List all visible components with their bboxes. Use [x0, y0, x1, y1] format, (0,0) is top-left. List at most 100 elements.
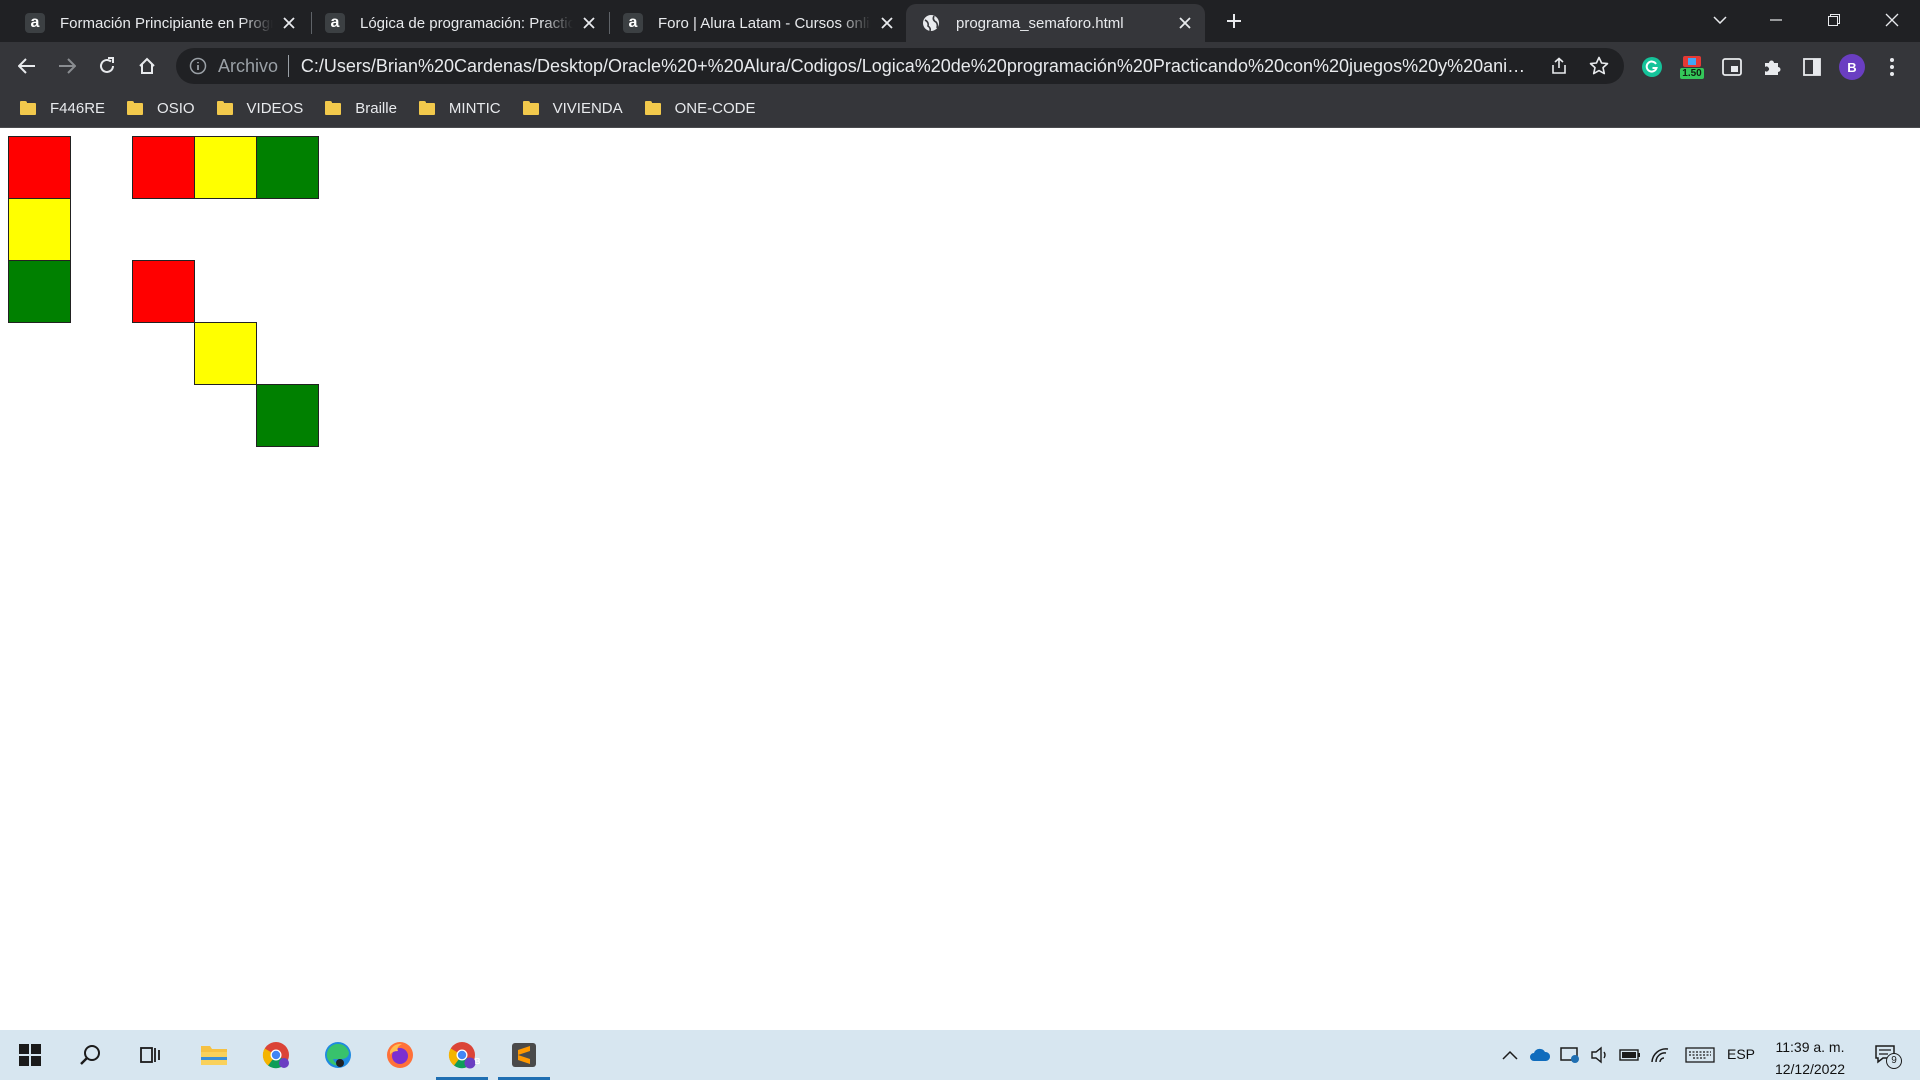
light-cell-red — [132, 260, 195, 323]
close-icon[interactable] — [1175, 13, 1195, 33]
windows-taskbar: B ESP 11:39 a. m. 12/12/2022 9 — [0, 1030, 1920, 1080]
close-icon[interactable] — [579, 13, 599, 33]
folder-icon — [127, 101, 144, 115]
share-icon[interactable] — [1546, 53, 1572, 79]
task-view-icon — [140, 1047, 160, 1063]
edge-icon — [325, 1042, 351, 1068]
tab-title: Foro | Alura Latam - Cursos online de te… — [658, 14, 871, 32]
traffic-light-diagonal — [132, 260, 319, 447]
folder-icon — [216, 101, 233, 115]
menu-kebab-icon[interactable] — [1878, 53, 1906, 81]
sublime-text-icon — [512, 1043, 536, 1067]
reload-button[interactable] — [94, 53, 120, 79]
grammarly-icon[interactable] — [1638, 53, 1666, 81]
bookmark-folder[interactable]: ONE-CODE — [644, 100, 755, 117]
extensions-puzzle-icon[interactable] — [1758, 53, 1786, 81]
tab-title: programa_semaforo.html — [956, 14, 1124, 32]
chrome-icon — [262, 1042, 289, 1069]
bookmark-folder[interactable]: VIVIENDA — [522, 100, 623, 117]
task-view-button[interactable] — [120, 1030, 180, 1080]
close-icon — [1885, 13, 1899, 27]
chrome-profile-initial: B — [474, 1057, 481, 1066]
taskbar-edge[interactable] — [308, 1030, 368, 1080]
url-text[interactable]: C:/Users/Brian%20Cardenas/Desktop/Oracle… — [301, 56, 1530, 77]
clock-date: 12/12/2022 — [1774, 1061, 1846, 1077]
taskbar-chrome-profile[interactable]: B — [432, 1030, 492, 1080]
forward-button[interactable] — [54, 53, 80, 79]
firefox-icon — [387, 1042, 413, 1068]
tab-title: Lógica de programación: Practicando con … — [360, 14, 573, 32]
search-icon — [80, 1045, 100, 1065]
volume-icon[interactable] — [1588, 1043, 1612, 1067]
alura-icon: a — [324, 12, 346, 34]
light-cell-green — [256, 384, 319, 447]
traffic-light-vertical — [8, 136, 71, 323]
light-cell-red — [132, 136, 195, 199]
profile-avatar[interactable]: B — [1838, 53, 1866, 81]
file-scheme-label: Archivo — [217, 55, 278, 76]
battery-icon[interactable] — [1618, 1043, 1642, 1067]
notifications-button[interactable]: 9 — [1868, 1043, 1904, 1069]
bookmark-star-icon[interactable] — [1586, 53, 1612, 79]
bookmark-folder[interactable]: MINTIC — [418, 100, 501, 117]
new-tab-button[interactable] — [1222, 9, 1246, 33]
light-cell-green — [256, 136, 319, 199]
bookmark-folder[interactable]: F446RE — [20, 100, 105, 117]
taskbar-firefox[interactable] — [370, 1030, 430, 1080]
windows-logo-icon — [19, 1044, 41, 1066]
restore-icon — [1828, 14, 1840, 26]
chevron-down-icon — [1713, 16, 1727, 24]
folder-icon — [418, 101, 435, 115]
tab-title: Formación Principiante en Programación — [60, 14, 273, 32]
arrow-right-icon — [59, 58, 76, 74]
home-button[interactable] — [134, 53, 160, 79]
taskbar-sublime-text[interactable] — [494, 1030, 554, 1080]
search-button[interactable] — [60, 1030, 120, 1080]
close-window-button[interactable] — [1864, 0, 1920, 40]
arrow-left-icon — [18, 58, 35, 74]
globe-icon — [920, 12, 942, 34]
minimize-button[interactable] — [1748, 0, 1804, 40]
light-cell-green — [8, 260, 71, 323]
omnibox-divider — [287, 55, 289, 77]
close-icon[interactable] — [279, 13, 299, 33]
page-content — [0, 128, 1920, 1030]
chevron-up-icon[interactable] — [1498, 1043, 1522, 1067]
wifi-icon[interactable] — [1648, 1043, 1672, 1067]
bookmark-folder[interactable]: OSIO — [127, 100, 195, 117]
language-indicator[interactable]: ESP — [1727, 1046, 1755, 1062]
folder-icon — [20, 101, 36, 115]
onedrive-icon[interactable] — [1528, 1043, 1552, 1067]
home-icon — [139, 57, 155, 74]
tab-formacion-principiante[interactable]: a Formación Principiante en Programación — [10, 4, 309, 42]
close-icon[interactable] — [877, 13, 897, 33]
taskbar-chrome[interactable] — [246, 1030, 306, 1080]
file-explorer-icon — [201, 1046, 227, 1065]
bookmark-folder[interactable]: VIDEOS — [216, 100, 303, 117]
traffic-light-canvas — [8, 136, 319, 447]
speed-extension-icon[interactable]: 1.50 — [1678, 53, 1706, 81]
light-cell-yellow — [194, 322, 257, 385]
tab-logica-programacion[interactable]: a Lógica de programación: Practicando co… — [310, 4, 609, 42]
media-icon[interactable] — [1718, 53, 1746, 81]
back-button[interactable] — [14, 53, 40, 79]
info-icon[interactable] — [189, 56, 208, 76]
taskbar-file-explorer[interactable] — [184, 1030, 244, 1080]
minimize-icon — [1770, 19, 1782, 21]
network-monitor-icon[interactable] — [1558, 1043, 1582, 1067]
reload-icon — [100, 57, 114, 73]
restore-button[interactable] — [1806, 0, 1862, 40]
start-button[interactable] — [0, 1030, 60, 1080]
clock-time: 11:39 a. m. — [1775, 1039, 1845, 1055]
folder-icon — [644, 101, 661, 115]
tab-foro-alura[interactable]: a Foro | Alura Latam - Cursos online de … — [608, 4, 907, 42]
system-clock[interactable]: 11:39 a. m. 12/12/2022 — [1764, 1036, 1856, 1080]
keyboard-icon[interactable] — [1684, 1043, 1716, 1067]
alura-icon: a — [24, 12, 46, 34]
side-panel-icon[interactable] — [1798, 53, 1826, 81]
tab-programa-semaforo[interactable]: programa_semaforo.html — [906, 4, 1205, 42]
address-bar[interactable]: Archivo C:/Users/Brian%20Cardenas/Deskto… — [176, 48, 1624, 84]
bookmark-folder[interactable]: Braille — [325, 100, 397, 117]
tab-search-button[interactable] — [1692, 0, 1748, 40]
bookmarks-bar: F446RE OSIO VIDEOS Braille MINTIC VIVIEN… — [0, 89, 1920, 128]
